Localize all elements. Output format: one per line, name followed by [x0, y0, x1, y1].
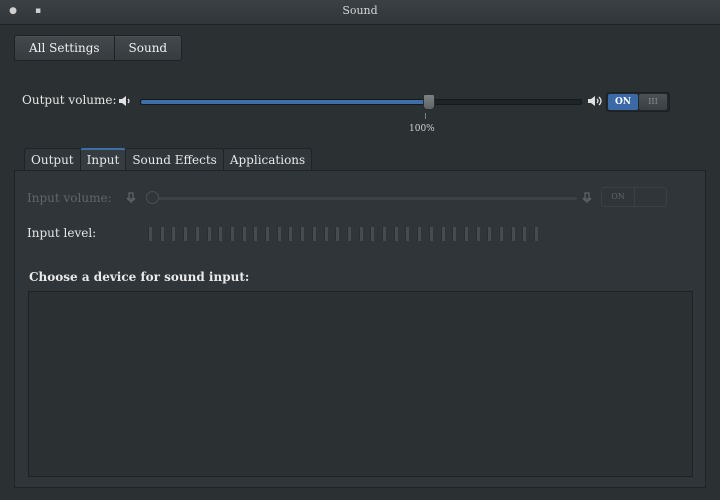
input-level-segment — [288, 227, 293, 241]
input-level-segment — [253, 227, 258, 241]
input-level-segment — [265, 227, 269, 241]
input-level-segment — [335, 227, 340, 241]
switch-knob[interactable]: III — [639, 94, 667, 110]
input-level-segment — [440, 227, 445, 241]
output-volume-label: Output volume: — [22, 93, 117, 107]
switch-on-label: ON — [608, 94, 638, 110]
volume-percent-label: 100% — [409, 124, 435, 134]
speaker-high-icon — [587, 95, 602, 107]
tab-sound-effects[interactable]: Sound Effects — [125, 148, 224, 170]
input-level-segment — [475, 227, 480, 241]
input-level-segment — [393, 227, 398, 241]
input-volume-slider[interactable] — [151, 197, 577, 200]
choose-device-heading: Choose a device for sound input: — [29, 270, 250, 284]
input-level-segment — [417, 227, 422, 241]
input-device-list[interactable] — [28, 291, 693, 477]
input-level-segment — [311, 227, 316, 241]
input-level-segment — [171, 227, 176, 241]
input-mute-switch[interactable]: ON — [601, 187, 667, 207]
input-level-segment — [487, 227, 492, 241]
input-level-segment — [452, 227, 457, 241]
mic-high-icon — [581, 192, 595, 204]
input-level-segment — [510, 227, 515, 241]
output-mute-switch[interactable]: ON III — [606, 92, 670, 112]
speaker-low-icon — [118, 95, 132, 107]
slider-tick-mark — [425, 113, 426, 119]
input-level-segment — [522, 227, 527, 241]
input-level-segment — [499, 227, 503, 241]
input-panel: Input volume: ON Input level: Choose a d… — [14, 170, 706, 488]
input-level-segment — [323, 227, 328, 241]
input-volume-label: Input volume: — [27, 191, 112, 205]
input-level-segment — [183, 227, 188, 241]
tab-input[interactable]: Input — [79, 148, 127, 170]
input-level-segment — [370, 227, 375, 241]
output-volume-handle[interactable] — [423, 94, 435, 110]
input-level-segment — [218, 227, 223, 241]
input-switch-on-label: ON — [602, 188, 635, 206]
input-level-segment — [534, 227, 539, 241]
window-title: Sound — [342, 4, 378, 17]
input-level-segment — [358, 227, 363, 241]
input-level-segment — [194, 227, 199, 241]
mic-low-icon — [125, 192, 139, 204]
all-settings-button[interactable]: All Settings — [15, 36, 114, 60]
sound-tabs: Output Input Sound Effects Applications — [24, 148, 313, 170]
input-level-segment — [229, 227, 234, 241]
input-level-label: Input level: — [27, 226, 97, 240]
breadcrumb: All Settings Sound — [14, 35, 183, 61]
input-level-segment — [241, 227, 246, 241]
sound-breadcrumb-button[interactable]: Sound — [113, 36, 182, 60]
input-level-segment — [300, 227, 305, 241]
input-volume-handle[interactable] — [146, 191, 159, 204]
input-level-segment — [382, 227, 386, 241]
input-level-segment — [346, 227, 351, 241]
output-volume-slider[interactable] — [140, 94, 582, 110]
input-level-segment — [428, 227, 433, 241]
input-level-segment — [463, 227, 468, 241]
input-level-segment — [148, 227, 152, 241]
output-volume-fill — [141, 100, 429, 104]
tab-output[interactable]: Output — [24, 148, 81, 170]
tab-applications[interactable]: Applications — [222, 148, 313, 170]
input-level-segment — [206, 227, 211, 241]
input-level-segment — [276, 227, 281, 241]
title-bar: ● ▪ Sound — [0, 0, 720, 25]
input-level-segment — [405, 227, 410, 241]
input-level-segment — [159, 227, 164, 241]
